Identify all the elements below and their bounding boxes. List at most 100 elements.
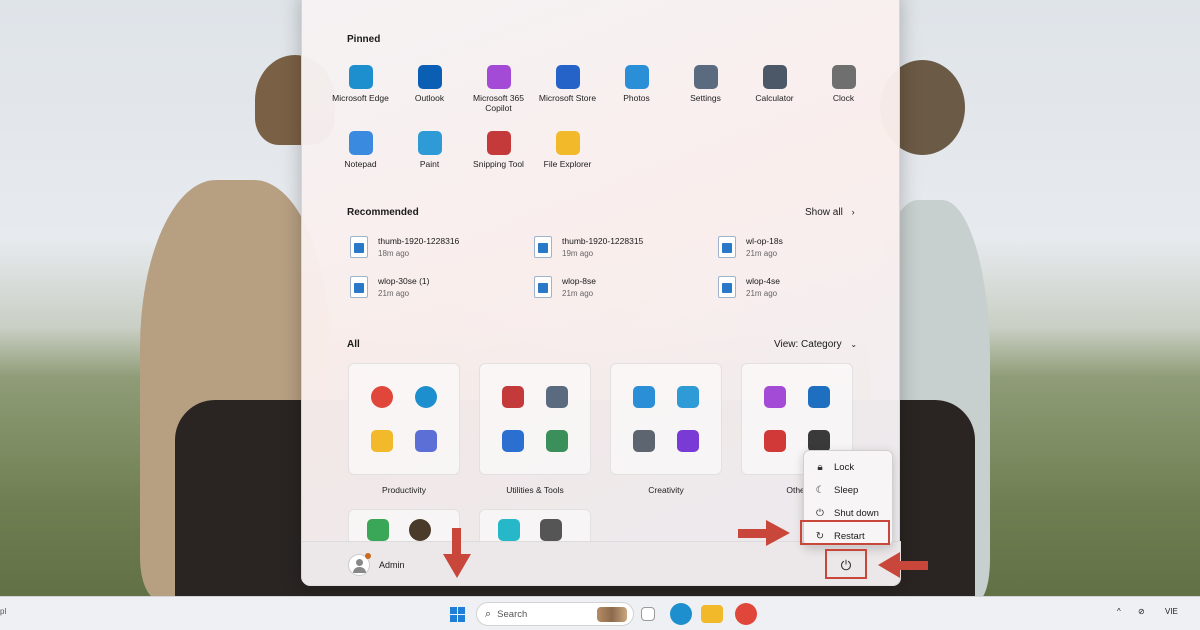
- power-menu-label: Sleep: [834, 485, 859, 496]
- task-manager-icon: [546, 430, 568, 452]
- taskbar-search[interactable]: ⌕ Search: [476, 602, 634, 626]
- category-label: Creativity: [648, 485, 684, 495]
- category-folder-1[interactable]: Productivity: [348, 363, 460, 495]
- recommended-file-time: 21m ago: [378, 289, 410, 298]
- language-indicator[interactable]: VIE: [1165, 607, 1178, 616]
- power-menu-lock[interactable]: 🔒︎ Lock: [804, 456, 892, 479]
- recommended-item[interactable]: wlop-4se 21m ago: [718, 276, 902, 298]
- pinned-app-m365-copilot[interactable]: Microsoft 365 Copilot: [464, 65, 533, 121]
- power-menu-label: Lock: [834, 462, 855, 473]
- pinned-app-label: Clock: [832, 93, 855, 103]
- pinned-app-notepad[interactable]: Notepad: [326, 131, 395, 187]
- start-button[interactable]: [444, 602, 470, 626]
- pinned-app-calculator[interactable]: Calculator: [740, 65, 809, 121]
- chevron-down-icon: ⌄: [850, 340, 858, 349]
- view-category-label: View: Category: [774, 339, 842, 350]
- pinned-app-label: Photos: [623, 93, 650, 103]
- recommended-file-time: 19m ago: [562, 249, 594, 258]
- power-button-highlight-box: [825, 549, 867, 579]
- file-explorer-icon: [555, 131, 580, 155]
- pinned-app-settings[interactable]: Settings: [671, 65, 740, 121]
- windows-logo-icon: [449, 606, 465, 622]
- pinned-app-label: Snipping Tool: [473, 159, 524, 169]
- edge-icon: [415, 386, 437, 408]
- power-menu-sleep[interactable]: ☾ Sleep: [804, 479, 892, 502]
- news-icon: [764, 430, 786, 452]
- pinned-app-store[interactable]: Microsoft Store: [533, 65, 602, 121]
- recommended-item[interactable]: wlop-8se 21m ago: [534, 276, 718, 298]
- pinned-apps-grid: Microsoft Edge Outlook Microsoft 365 Copil…: [326, 65, 878, 187]
- pinned-app-label: Calculator: [755, 93, 794, 103]
- avatar: [348, 553, 371, 576]
- taskbar: pl ⌕ Search ^ ⊘ VIE: [0, 596, 1200, 630]
- category-folder-2[interactable]: Utilities & Tools: [479, 363, 591, 495]
- recommended-item[interactable]: wlop-30se (1) 21m ago: [350, 276, 534, 298]
- copilot-icon: [764, 386, 786, 408]
- user-account-button[interactable]: Admin: [348, 553, 405, 576]
- azure-icon: [808, 386, 830, 408]
- pinned-app-snipping-tool[interactable]: Snipping Tool: [464, 131, 533, 187]
- search-highlight-image: [597, 607, 627, 622]
- recommended-file-name: thumb-1920-1228315: [562, 236, 644, 246]
- pinned-app-photos[interactable]: Photos: [602, 65, 671, 121]
- recommended-item[interactable]: wl-op-18s 21m ago: [718, 236, 902, 258]
- paint-icon: [677, 386, 699, 408]
- feedback-icon: [502, 430, 524, 452]
- pinned-app-label: File Explorer: [543, 159, 592, 169]
- recommended-file-time: 18m ago: [378, 249, 410, 258]
- image-file-icon: [534, 276, 552, 298]
- arrow-right-icon: [738, 520, 790, 546]
- network-icon[interactable]: ⊘: [1138, 607, 1145, 616]
- file-explorer-taskbar-icon[interactable]: [701, 605, 723, 623]
- task-view-icon[interactable]: [641, 607, 655, 621]
- excel-icon: [367, 518, 389, 541]
- chrome-taskbar-icon[interactable]: [735, 603, 757, 625]
- pinned-app-label: Outlook: [414, 93, 445, 103]
- category-tile: [479, 363, 591, 475]
- lock-icon: 🔒︎: [817, 462, 823, 473]
- show-hidden-icons-button[interactable]: ^: [1117, 607, 1121, 616]
- photos-icon: [624, 65, 649, 89]
- pinned-app-clock[interactable]: Clock: [809, 65, 878, 121]
- camera-icon: [633, 430, 655, 452]
- pinned-app-edge[interactable]: Microsoft Edge: [326, 65, 395, 121]
- edge-icon: [348, 65, 373, 89]
- recommended-item[interactable]: thumb-1920-1228316 18m ago: [350, 236, 534, 258]
- terminal-icon: [808, 430, 830, 452]
- chevron-right-icon: ›: [851, 207, 855, 217]
- file-explorer-icon: [371, 430, 393, 452]
- category-tile: [610, 363, 722, 475]
- outlook-icon: [417, 65, 442, 89]
- recommended-file-name: wl-op-18s: [746, 236, 783, 246]
- image-file-icon: [350, 236, 368, 258]
- image-file-icon: [718, 276, 736, 298]
- recommended-list: thumb-1920-1228316 18m ago thumb-1920-1228…: [350, 236, 870, 298]
- app-tile-dark-icon: [540, 518, 562, 541]
- category-folder-3[interactable]: Creativity: [610, 363, 722, 495]
- recommended-item[interactable]: thumb-1920-1228315 19m ago: [534, 236, 718, 258]
- arrow-down-icon: [443, 528, 471, 578]
- clipchamp-icon: [677, 430, 699, 452]
- calculator-icon: [762, 65, 787, 89]
- edge-taskbar-icon[interactable]: [670, 603, 692, 625]
- recommended-title: Recommended: [347, 207, 419, 218]
- pinned-app-file-explorer[interactable]: File Explorer: [533, 131, 602, 187]
- pinned-app-label: Microsoft Edge: [332, 93, 389, 103]
- view-category-dropdown[interactable]: View: Category ⌄: [774, 339, 857, 350]
- notepad-icon: [348, 131, 373, 155]
- pinned-app-outlook[interactable]: Outlook: [395, 65, 464, 121]
- app-tile-icon: [498, 518, 520, 541]
- user-name: Admin: [379, 560, 405, 570]
- paint-icon: [417, 131, 442, 155]
- power-icon: ⏻: [816, 508, 824, 519]
- image-file-icon: [534, 236, 552, 258]
- pinned-app-label: Microsoft Store: [538, 93, 597, 103]
- media-player-icon: [409, 518, 431, 541]
- show-all-button[interactable]: Show all ›: [805, 207, 855, 218]
- category-row: Productivity Utilities & Tools Creativity O…: [348, 363, 853, 495]
- recommended-file-name: wlop-4se: [746, 276, 781, 286]
- m365-copilot-icon: [486, 65, 511, 89]
- pinned-app-label: Settings: [690, 93, 721, 103]
- pinned-app-paint[interactable]: Paint: [395, 131, 464, 187]
- snipping-tool-icon: [502, 386, 524, 408]
